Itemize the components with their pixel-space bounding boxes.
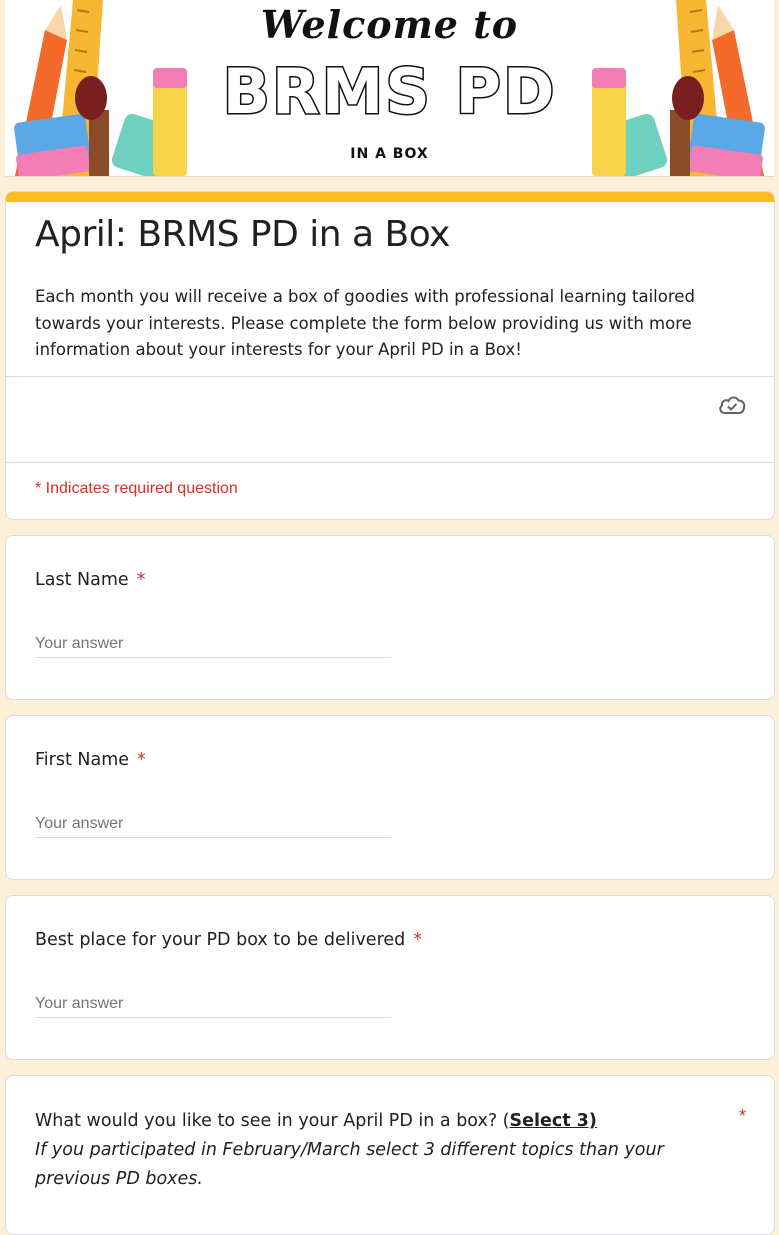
question-text: Last Name (35, 570, 129, 590)
question-card-delivery-place: Best place for your PD box to be deliver… (5, 895, 775, 1060)
required-asterisk: * (738, 1106, 746, 1126)
required-asterisk: * (136, 570, 146, 590)
header-banner: Welcome to BRMS PD IN A BOX (5, 0, 774, 177)
banner-welcome-text: Welcome to (260, 2, 519, 47)
banner-title: BRMS PD (221, 54, 557, 130)
first-name-input[interactable] (35, 810, 391, 838)
question-hint: If you participated in February/March se… (35, 1140, 664, 1189)
cloud-check-icon[interactable] (718, 394, 746, 416)
question-card-first-name: First Name * (5, 715, 775, 880)
required-note: * Indicates required question (35, 480, 238, 497)
banner-subtitle: IN A BOX (350, 146, 429, 162)
divider (6, 462, 774, 463)
required-asterisk: * (137, 750, 146, 770)
required-asterisk: * (413, 930, 423, 950)
form-title: April: BRMS PD in a Box (35, 214, 450, 255)
question-text: Best place for your PD box to be deliver… (35, 930, 406, 950)
question-emphasis: Select 3) (509, 1111, 597, 1131)
question-card-last-name: Last Name * (5, 535, 775, 700)
question-label: What would you like to see in your April… (35, 1107, 725, 1194)
question-label: First Name * (35, 750, 146, 770)
last-name-input[interactable] (35, 630, 391, 658)
divider (6, 376, 774, 377)
question-text: What would you like to see in your April… (35, 1111, 510, 1131)
card-accent-bar (6, 192, 774, 202)
question-label: Last Name * (35, 570, 145, 590)
delivery-place-input[interactable] (35, 990, 391, 1018)
question-label: Best place for your PD box to be deliver… (35, 930, 422, 950)
question-card-topics: What would you like to see in your April… (5, 1075, 775, 1235)
question-text: First Name (35, 750, 130, 770)
form-description: Each month you will receive a box of goo… (35, 287, 695, 359)
form-header-card: April: BRMS PD in a Box Each month you w… (5, 191, 775, 520)
